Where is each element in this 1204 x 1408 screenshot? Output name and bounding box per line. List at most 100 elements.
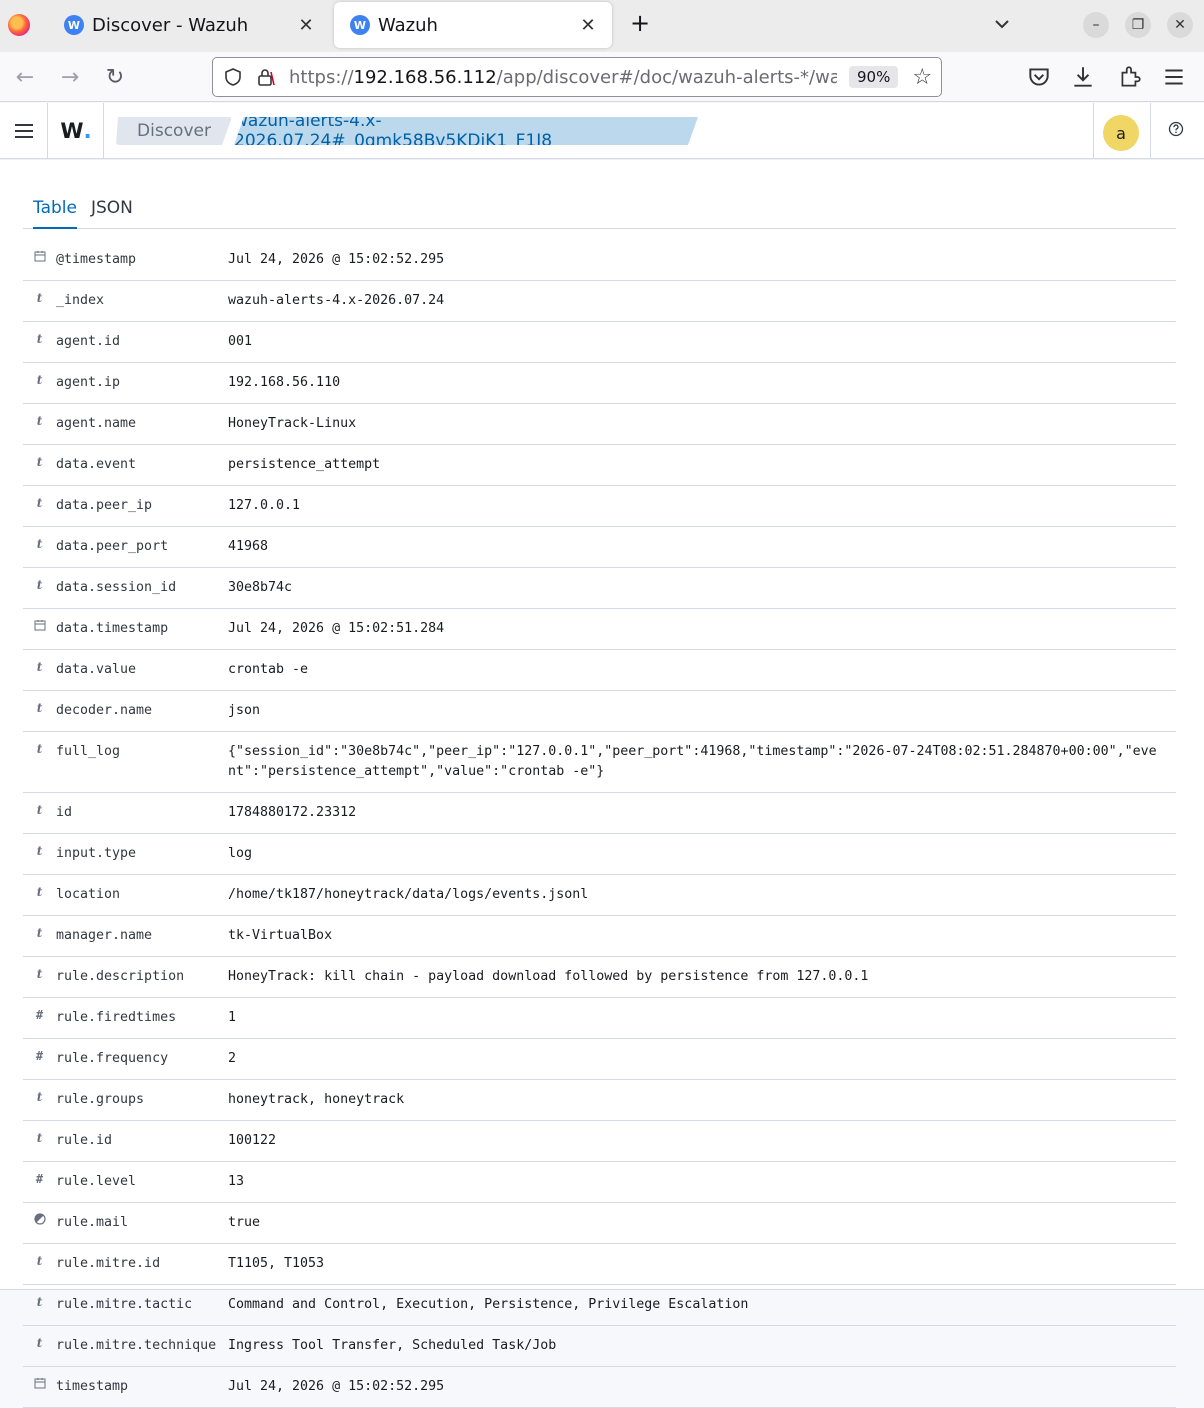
field-name: agent.id <box>56 334 121 349</box>
field-name: data.event <box>56 457 137 472</box>
field-value: Jul 24, 2026 @ 15:02:52.295 <box>228 252 445 267</box>
field-name: rule.groups <box>56 1092 145 1107</box>
date-field-icon <box>23 240 56 280</box>
field-row: t rule.id 100122 <box>23 1121 1176 1162</box>
string-field-icon: t <box>36 291 43 305</box>
forward-arrow-icon[interactable]: → <box>57 64 83 90</box>
browser-tab-discover[interactable]: W Discover - Wazuh ✕ <box>48 2 330 48</box>
bookmark-star-icon[interactable]: ☆ <box>912 65 932 90</box>
field-value: 127.0.0.1 <box>228 498 301 513</box>
field-name: input.type <box>56 846 137 861</box>
user-avatar[interactable]: a <box>1103 115 1139 151</box>
field-name: full_log <box>56 744 121 759</box>
field-value: 30e8b74c <box>228 580 293 595</box>
field-row: t location/home/tk187/honeytrack/data/log… <box>23 875 1176 916</box>
side-menu-toggle-button[interactable] <box>0 103 48 159</box>
field-row: # rule.firedtimes 1 <box>23 998 1176 1039</box>
field-value: HoneyTrack: kill chain - payload downloa… <box>228 969 869 984</box>
string-field-icon: t <box>36 660 43 674</box>
url-scheme: https:// <box>289 66 354 88</box>
wazuh-logo[interactable]: W. <box>49 103 104 159</box>
tab-json[interactable]: JSON <box>91 198 133 229</box>
reload-icon[interactable]: ↻ <box>102 64 128 90</box>
string-field-icon: t <box>36 1254 43 1268</box>
close-tab-icon[interactable]: ✕ <box>296 15 316 36</box>
field-row: t _index wazuh-alerts-4.x-2026.07.24 <box>23 281 1176 322</box>
field-value: 2 <box>228 1051 237 1066</box>
tab-table[interactable]: Table <box>33 198 77 229</box>
field-value: honeytrack, honeytrack <box>228 1092 405 1107</box>
string-field-icon: t <box>36 537 43 551</box>
string-field-icon: t <box>36 844 43 858</box>
string-field-icon: t <box>36 1131 43 1145</box>
string-field-icon: t <box>36 1090 43 1104</box>
app-menu-icon[interactable] <box>1161 64 1187 90</box>
field-value: /home/tk187/honeytrack/data/logs/events.… <box>228 887 589 902</box>
field-row: t input.type log <box>23 834 1176 875</box>
field-value: json <box>228 703 261 718</box>
field-name: agent.name <box>56 416 137 431</box>
string-field-icon: t <box>36 701 43 715</box>
field-name: id <box>56 805 73 820</box>
field-name: rule.description <box>56 969 185 984</box>
doc-fields-table: @timestamp Jul 24, 2026 @ 15:02:52.295 t _i… <box>23 240 1176 1408</box>
new-tab-icon[interactable]: + <box>626 10 654 38</box>
extensions-icon[interactable] <box>1117 64 1143 90</box>
url-host: 192.168.56.112 <box>353 66 497 88</box>
firefox-logo-icon[interactable] <box>8 14 30 36</box>
list-all-tabs-icon[interactable] <box>990 12 1014 36</box>
back-arrow-icon[interactable]: ← <box>12 64 38 90</box>
close-tab-icon[interactable]: ✕ <box>578 15 598 36</box>
zoom-level-button[interactable]: 90% <box>849 66 899 88</box>
field-row: data.timestamp Jul 24, 2026 @ 15:02:51.28… <box>23 609 1176 650</box>
downloads-icon[interactable] <box>1070 64 1096 90</box>
field-row: t rule.mitre.tactic Command and Control, E… <box>23 1285 1176 1326</box>
document-panel: Table JSON @timestamp Jul 24, 2026 @ 15:0… <box>0 160 1204 1408</box>
browser-tab-strip: W Discover - Wazuh ✕ W Wazuh ✕ + – ❐ ✕ <box>0 0 1204 52</box>
field-row: t id 1784880172.23312 <box>23 793 1176 834</box>
field-row: t data.peer_ip 127.0.0.1 <box>23 486 1176 527</box>
wazuh-favicon-icon: W <box>64 15 84 35</box>
string-field-icon: t <box>36 414 43 428</box>
field-name: _index <box>56 293 105 308</box>
pocket-icon[interactable] <box>1026 64 1052 90</box>
field-value: 192.168.56.110 <box>228 375 341 390</box>
field-name: rule.level <box>56 1174 137 1189</box>
field-name: rule.mitre.id <box>56 1256 161 1271</box>
field-value: Jul 24, 2026 @ 15:02:51.284 <box>228 621 445 636</box>
minimize-window-icon[interactable]: – <box>1083 12 1109 38</box>
lock-warning-icon[interactable] <box>255 67 275 87</box>
field-row: # rule.frequency 2 <box>23 1039 1176 1080</box>
wazuh-favicon-icon: W <box>350 15 370 35</box>
field-row: timestamp Jul 24, 2026 @ 15:02:52.295 <box>23 1367 1176 1408</box>
restore-window-icon[interactable]: ❐ <box>1125 12 1151 38</box>
string-field-icon: t <box>36 1295 43 1309</box>
hamburger-icon <box>14 130 33 132</box>
field-value: 100122 <box>228 1133 277 1148</box>
field-value: Jul 24, 2026 @ 15:02:52.295 <box>228 1379 445 1394</box>
close-window-icon[interactable]: ✕ <box>1167 12 1193 38</box>
field-name: location <box>56 887 121 902</box>
string-field-icon: t <box>36 967 43 981</box>
field-name: rule.mitre.tactic <box>56 1297 193 1312</box>
field-value: HoneyTrack-Linux <box>228 416 357 431</box>
url-text[interactable]: https://192.168.56.112/app/discover#/doc… <box>289 67 837 88</box>
field-name: rule.mitre.technique <box>56 1338 217 1353</box>
header-divider <box>1150 103 1151 159</box>
field-value: T1105, T1053 <box>228 1256 325 1271</box>
help-icon[interactable] <box>1168 121 1184 137</box>
browser-tab-title: Discover - Wazuh <box>92 14 249 36</box>
field-value: persistence_attempt <box>228 457 381 472</box>
field-name: decoder.name <box>56 703 153 718</box>
browser-tab-wazuh[interactable]: W Wazuh ✕ <box>334 2 612 48</box>
field-value: 41968 <box>228 539 269 554</box>
number-field-icon: # <box>35 1049 44 1063</box>
date-field-icon <box>23 1367 56 1407</box>
field-value: 1 <box>228 1010 237 1025</box>
shield-icon[interactable] <box>223 67 243 87</box>
url-bar[interactable]: https://192.168.56.112/app/discover#/doc… <box>212 57 942 97</box>
field-value: wazuh-alerts-4.x-2026.07.24 <box>228 293 445 308</box>
field-value: true <box>228 1215 261 1230</box>
breadcrumb-discover[interactable]: Discover <box>116 117 232 145</box>
browser-nav-bar: ← → ↻ https://192.168.56.112/app/discove… <box>0 52 1204 102</box>
